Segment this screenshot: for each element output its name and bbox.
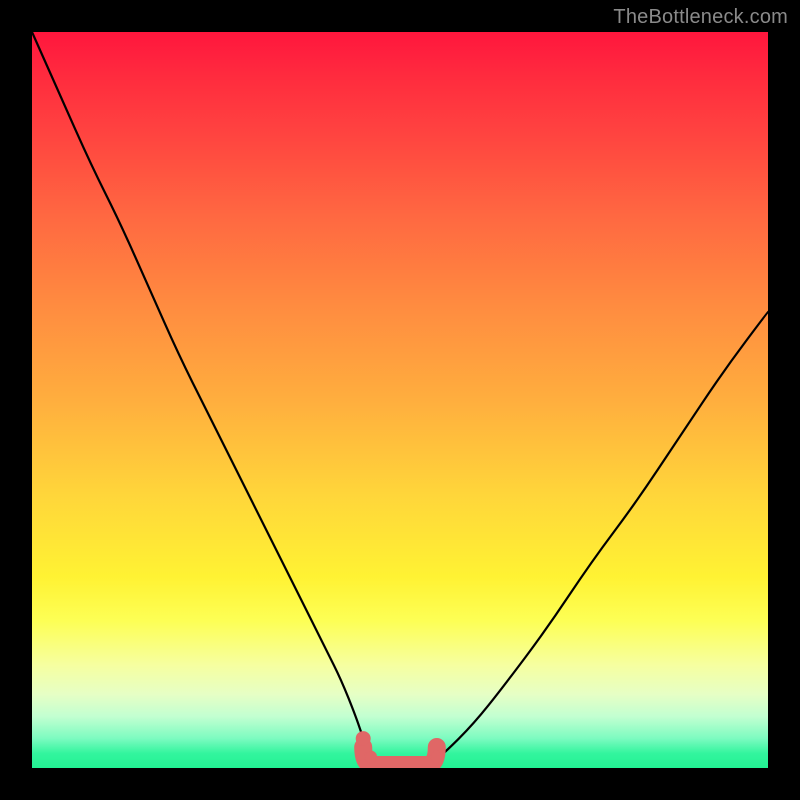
basin-marker [356, 732, 370, 746]
bottleneck-curve [32, 32, 768, 768]
watermark-text: TheBottleneck.com [613, 6, 788, 29]
chart-frame: TheBottleneck.com [0, 0, 800, 800]
basin-marker [431, 751, 443, 763]
basin-marker [365, 751, 377, 763]
chart-svg [32, 32, 768, 768]
plot-area [32, 32, 768, 768]
